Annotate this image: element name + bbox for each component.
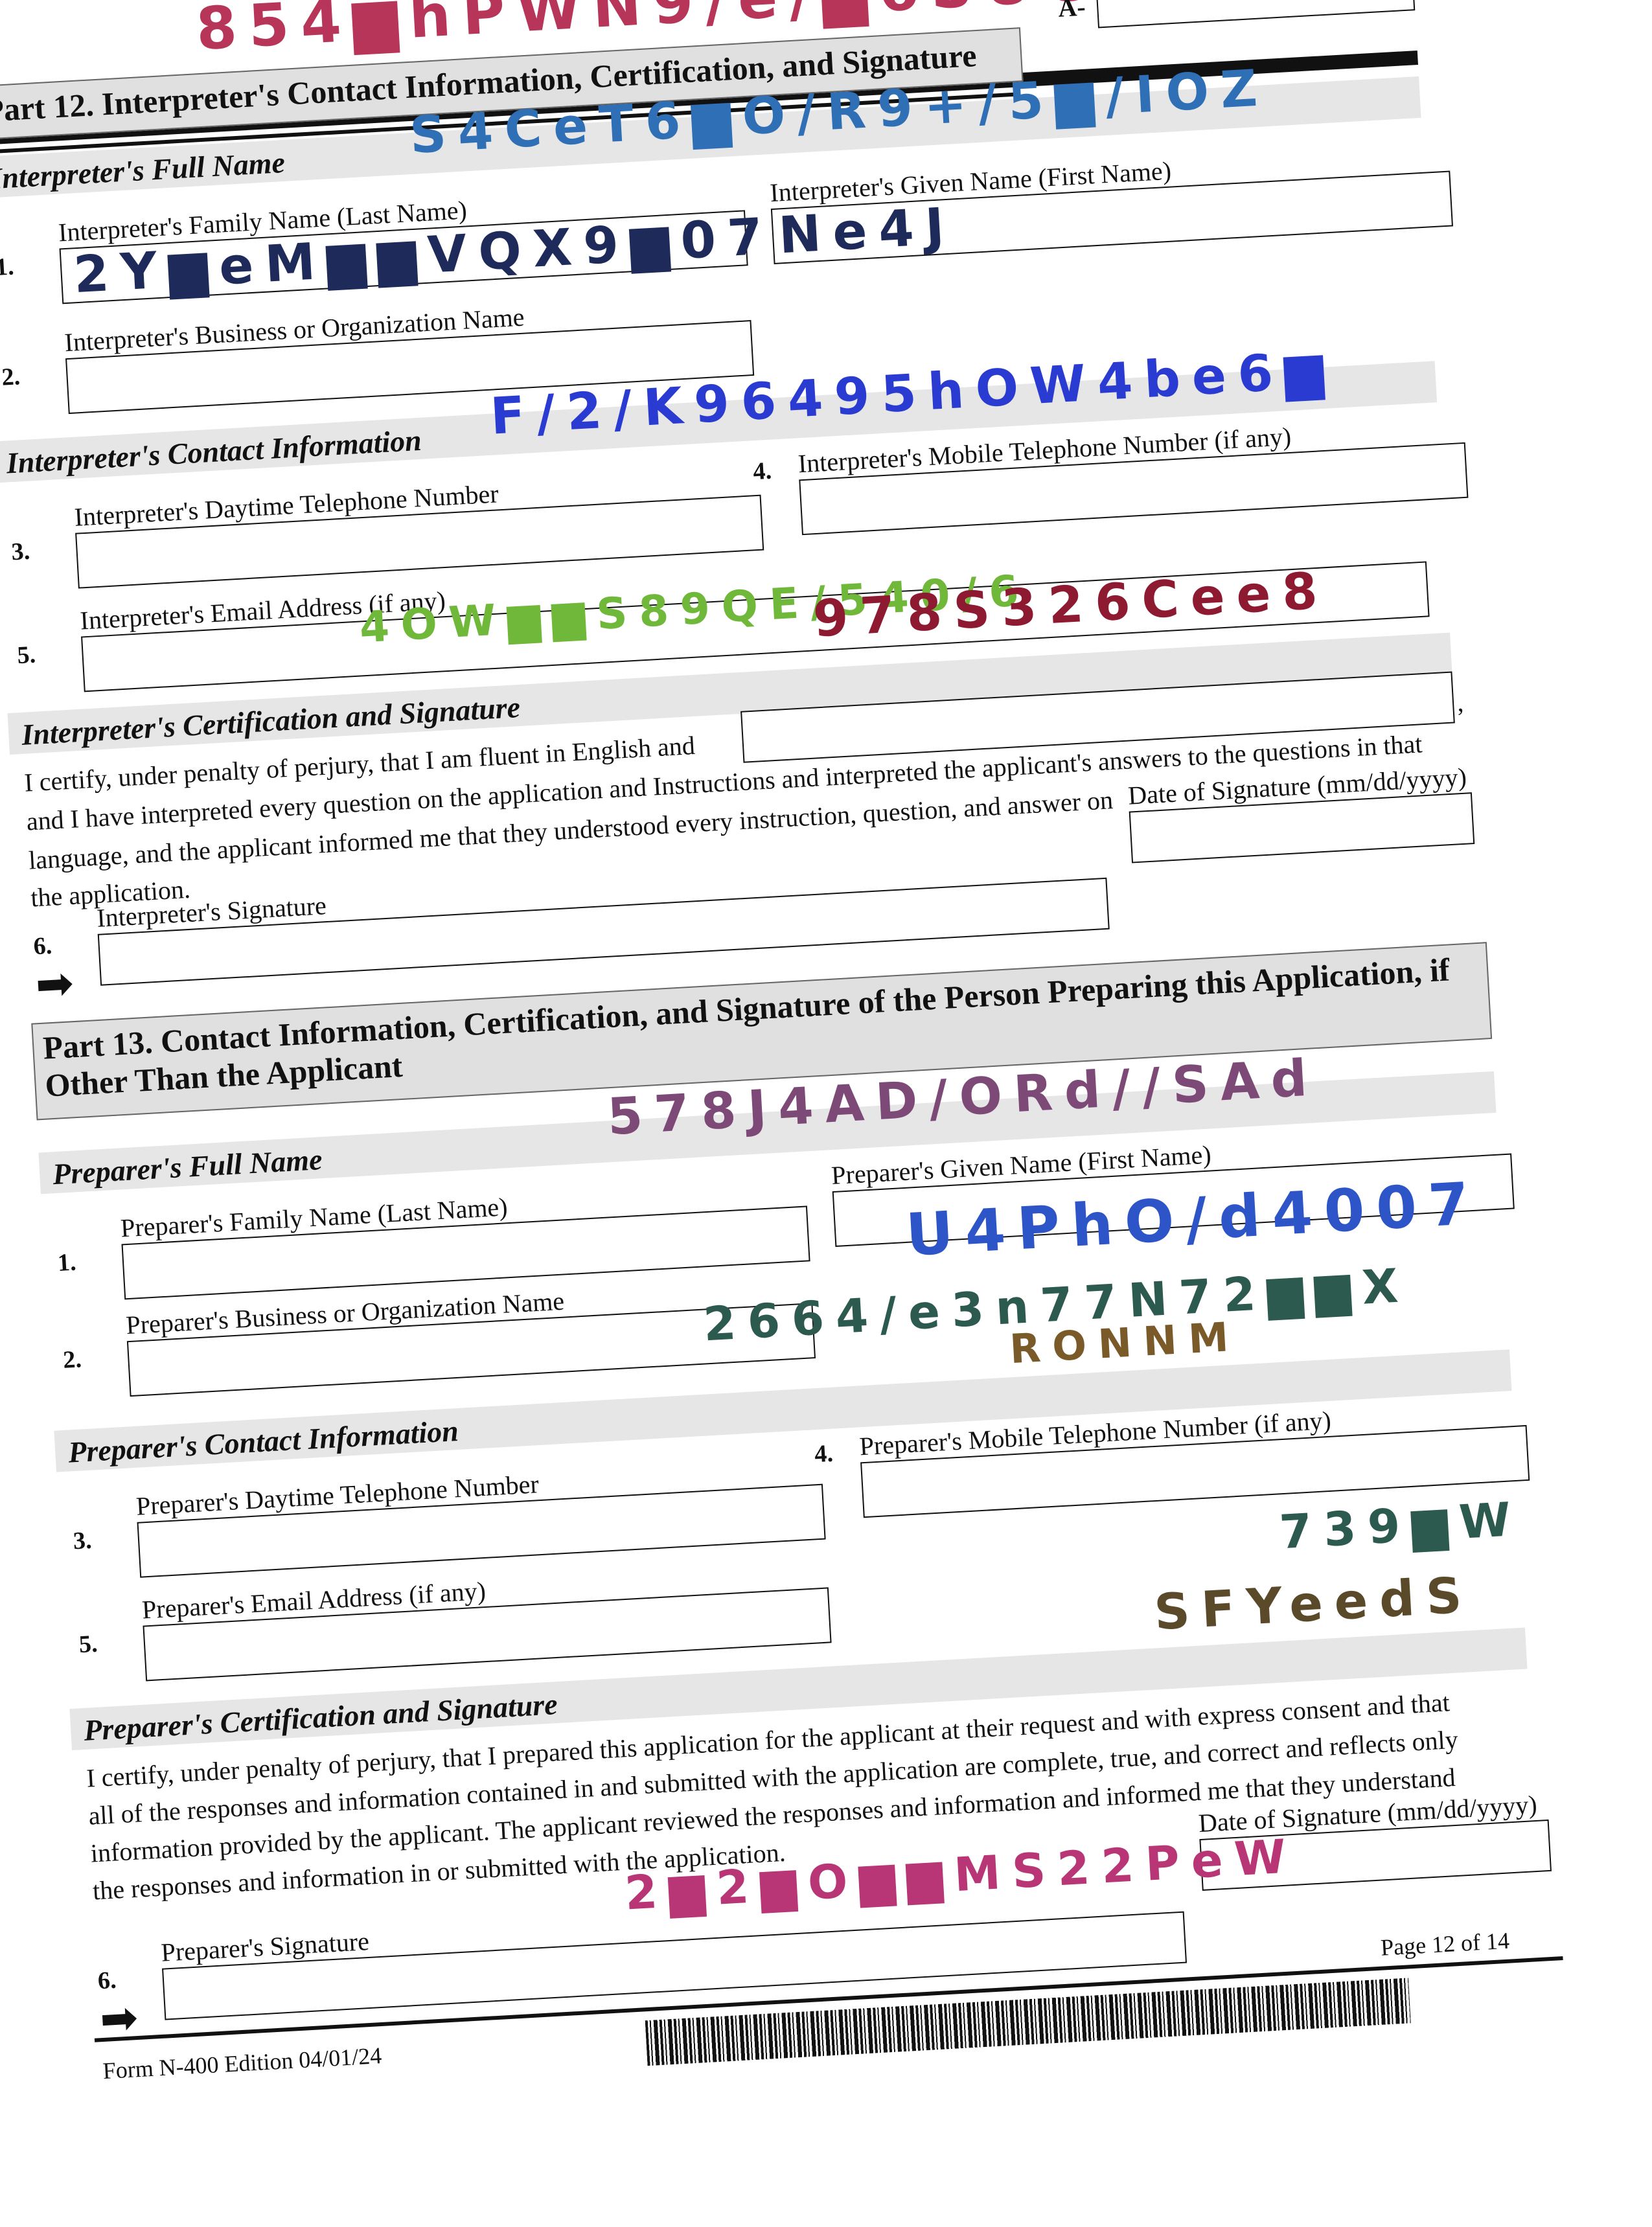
page-number: Page 12 of 14 (1380, 1927, 1510, 1961)
handwritten-overlay: 739▆W (1278, 1491, 1524, 1560)
form-page: 854▆hPWN9/e/▆6SUGO A- Part 12. Interpret… (0, 0, 1652, 2227)
handwritten-overlay: Ne4J (777, 197, 958, 266)
question-number: 3. (72, 1526, 93, 1555)
arrow-right-icon: ➡ (34, 956, 75, 1012)
question-number: 1. (0, 253, 15, 281)
question-number: 5. (78, 1630, 98, 1659)
a-number-field[interactable] (1095, 0, 1416, 29)
question-number: 1. (56, 1248, 77, 1277)
a-number-label: A- (1057, 0, 1086, 23)
barcode (645, 1978, 1411, 2066)
question-number: 6. (32, 931, 53, 961)
handwritten-overlay: SFYeedS (1153, 1565, 1475, 1641)
question-number: 2. (62, 1345, 82, 1374)
question-number: 3. (10, 537, 31, 566)
question-number: 4. (752, 457, 773, 486)
question-number: 2. (1, 363, 21, 391)
form-edition: Form N-400 Edition 04/01/24 (102, 2042, 383, 2084)
question-number: 4. (814, 1439, 834, 1468)
question-number: 5. (16, 641, 37, 670)
cert-comma: , (1456, 687, 1465, 718)
question-number: 6. (97, 1966, 117, 1995)
